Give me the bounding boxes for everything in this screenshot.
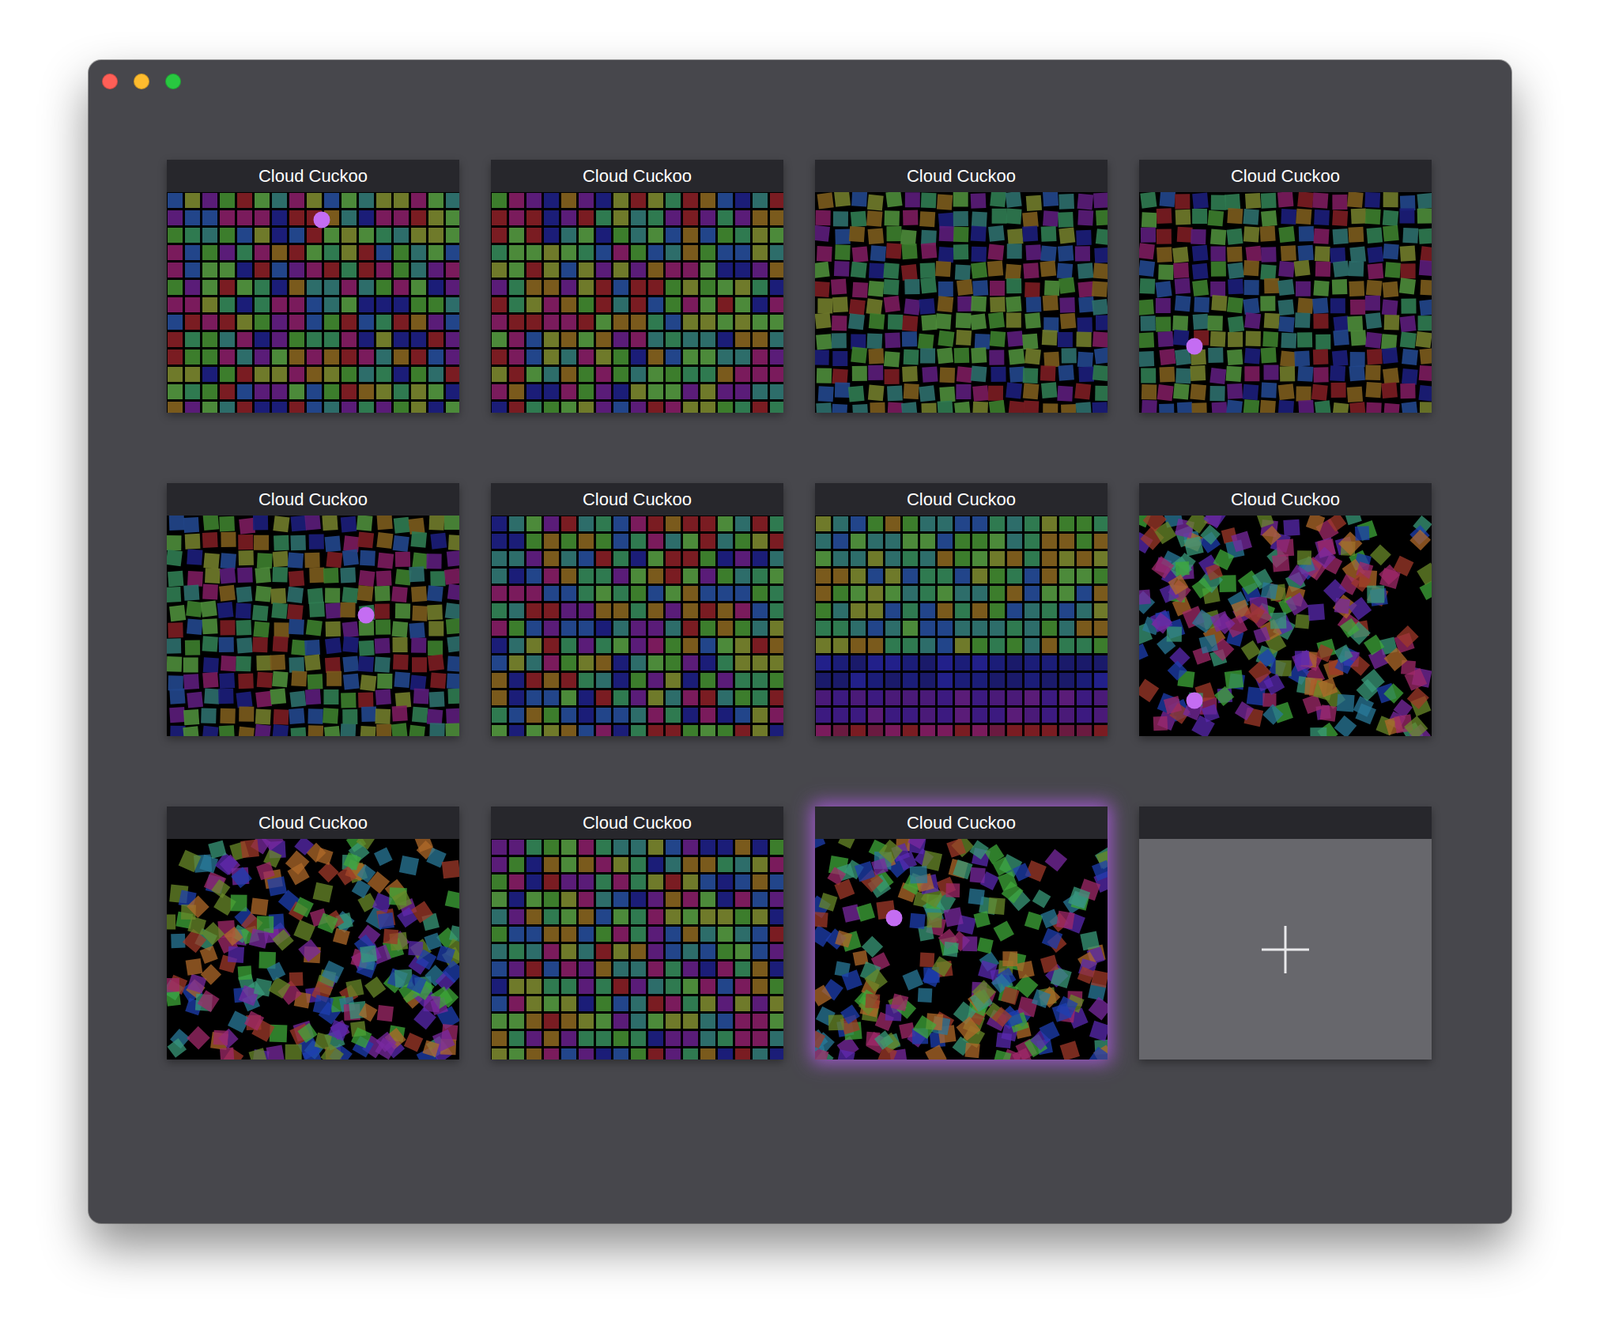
tile-grid: Cloud Cuckoo Cloud Cuckoo Cloud Cuckoo Clou… <box>166 159 1512 1060</box>
tile-header: Cloud Cuckoo <box>490 806 784 839</box>
add-area[interactable] <box>1139 838 1432 1060</box>
pattern-view[interactable] <box>1139 192 1432 413</box>
tile-header: Cloud Cuckoo <box>166 483 460 516</box>
tile-title: Cloud Cuckoo <box>258 489 368 510</box>
pattern-view[interactable] <box>490 515 784 736</box>
pattern-view[interactable] <box>490 192 784 413</box>
pattern-canvas <box>1139 192 1432 413</box>
pattern-view[interactable] <box>490 838 784 1060</box>
pattern-view[interactable] <box>815 838 1108 1060</box>
tile-header: Cloud Cuckoo <box>1139 159 1432 193</box>
pattern-tile[interactable]: Cloud Cuckoo <box>166 483 460 736</box>
tile-header: Cloud Cuckoo <box>490 159 784 193</box>
pattern-canvas <box>490 838 784 1060</box>
pattern-tile[interactable]: Cloud Cuckoo <box>815 806 1108 1060</box>
pattern-tile[interactable]: Cloud Cuckoo <box>1139 483 1432 736</box>
pattern-canvas <box>490 192 784 413</box>
pattern-tile[interactable]: Cloud Cuckoo <box>166 159 460 413</box>
tile-title: Cloud Cuckoo <box>906 812 1016 834</box>
tile-header: Cloud Cuckoo <box>490 483 784 516</box>
plus-icon[interactable] <box>1260 924 1311 975</box>
pattern-tile[interactable]: Cloud Cuckoo <box>490 483 784 736</box>
pattern-canvas <box>815 838 1108 1060</box>
tile-header: Cloud Cuckoo <box>166 159 460 193</box>
tile-title: Cloud Cuckoo <box>1230 166 1340 187</box>
pattern-canvas <box>166 515 460 736</box>
tile-title: Cloud Cuckoo <box>906 166 1016 187</box>
pattern-canvas <box>815 515 1108 736</box>
cursor-dot <box>885 909 902 927</box>
traffic-lights <box>88 60 1512 90</box>
pattern-view[interactable] <box>1139 515 1432 736</box>
tile-header: Cloud Cuckoo <box>1139 483 1432 516</box>
cursor-dot <box>313 211 331 228</box>
tile-header <box>1139 806 1432 839</box>
tile-header: Cloud Cuckoo <box>166 806 460 839</box>
pattern-canvas <box>815 192 1108 413</box>
tile-title: Cloud Cuckoo <box>582 166 692 187</box>
tile-title: Cloud Cuckoo <box>906 489 1016 510</box>
zoom-button[interactable] <box>165 73 182 90</box>
pattern-tile[interactable]: Cloud Cuckoo <box>166 806 460 1060</box>
pattern-canvas <box>166 192 460 413</box>
cursor-dot <box>357 606 374 623</box>
pattern-tile[interactable]: Cloud Cuckoo <box>815 159 1108 413</box>
tile-header: Cloud Cuckoo <box>815 483 1108 516</box>
tile-title: Cloud Cuckoo <box>258 812 368 834</box>
add-tile[interactable] <box>1139 806 1432 1060</box>
pattern-view[interactable] <box>166 838 460 1060</box>
app-window: Cloud Cuckoo Cloud Cuckoo Cloud Cuckoo Clou… <box>88 60 1512 1223</box>
tile-header: Cloud Cuckoo <box>815 806 1108 839</box>
cursor-dot <box>1186 338 1204 355</box>
pattern-view[interactable] <box>166 515 460 736</box>
minimize-button[interactable] <box>133 73 150 90</box>
pattern-view[interactable] <box>166 192 460 413</box>
pattern-view[interactable] <box>815 192 1108 413</box>
pattern-tile[interactable]: Cloud Cuckoo <box>490 159 784 413</box>
pattern-tile[interactable]: Cloud Cuckoo <box>1139 159 1432 413</box>
cursor-dot <box>1186 692 1204 710</box>
pattern-canvas <box>1139 515 1432 736</box>
tile-title: Cloud Cuckoo <box>582 812 692 834</box>
pattern-canvas <box>490 515 784 736</box>
tile-title: Cloud Cuckoo <box>1230 489 1340 510</box>
pattern-canvas <box>166 838 460 1060</box>
tile-title: Cloud Cuckoo <box>258 166 368 187</box>
tile-header: Cloud Cuckoo <box>815 159 1108 193</box>
tile-title: Cloud Cuckoo <box>582 489 692 510</box>
close-button[interactable] <box>101 73 118 90</box>
pattern-view[interactable] <box>815 515 1108 736</box>
pattern-tile[interactable]: Cloud Cuckoo <box>490 806 784 1060</box>
pattern-tile[interactable]: Cloud Cuckoo <box>815 483 1108 736</box>
